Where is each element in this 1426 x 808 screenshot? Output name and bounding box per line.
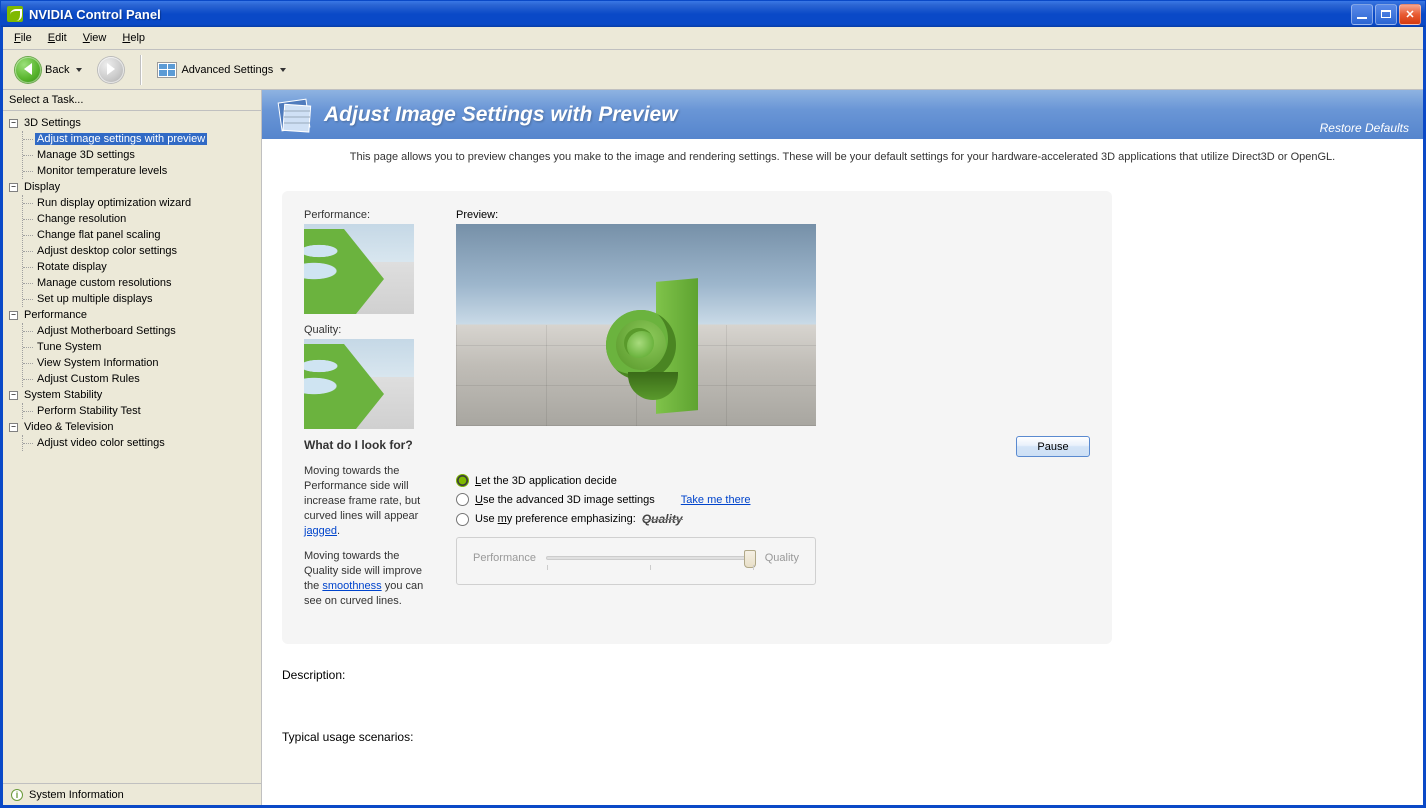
advanced-settings-label: Advanced Settings: [181, 64, 273, 76]
nvidia-icon: [7, 6, 23, 22]
page-header: Adjust Image Settings with Preview Resto…: [262, 90, 1423, 139]
tree-item[interactable]: Set up multiple displays: [35, 293, 155, 305]
tree-item[interactable]: Monitor temperature levels: [35, 165, 169, 177]
slider-left-label: Performance: [473, 552, 536, 564]
emphasis-word: Quality: [642, 512, 683, 526]
sidebar-statusbar: i System Information: [3, 783, 261, 805]
tree-toggle-icon[interactable]: −: [9, 183, 18, 192]
radio-advanced[interactable]: [456, 493, 469, 506]
tree-section[interactable]: Performance: [22, 309, 89, 321]
maximize-button[interactable]: [1375, 4, 1397, 25]
tree-section[interactable]: 3D Settings: [22, 117, 83, 129]
radio-app-decide[interactable]: [456, 474, 469, 487]
tree-item[interactable]: View System Information: [35, 357, 160, 369]
toolbar-separator: [140, 55, 141, 85]
tree-toggle-icon[interactable]: −: [9, 119, 18, 128]
tree-item[interactable]: Manage 3D settings: [35, 149, 137, 161]
menu-bar: File Edit View Help: [3, 27, 1423, 50]
restore-defaults-link[interactable]: Restore Defaults: [1320, 121, 1409, 135]
jagged-link[interactable]: jagged: [304, 525, 337, 537]
tree-item[interactable]: Adjust video color settings: [35, 437, 167, 449]
tree-item[interactable]: Adjust Motherboard Settings: [35, 325, 178, 337]
page-header-icon: [274, 95, 314, 135]
tree-toggle-icon[interactable]: −: [9, 311, 18, 320]
slider-thumb[interactable]: [744, 550, 756, 568]
what-look-p2: Moving towards the Quality side will imp…: [304, 549, 426, 608]
tree-section[interactable]: System Stability: [22, 389, 104, 401]
settings-panel: Performance: Quality: What do I look for…: [282, 191, 1112, 644]
tree-item[interactable]: Rotate display: [35, 261, 109, 273]
smoothness-link[interactable]: smoothness: [322, 580, 381, 592]
page-description: This page allows you to preview changes …: [262, 139, 1423, 173]
performance-thumbnail: [304, 224, 414, 314]
sidebar-header: Select a Task...: [3, 90, 261, 111]
performance-label: Performance:: [304, 209, 426, 221]
slider-track[interactable]: [546, 556, 755, 560]
tree-item[interactable]: Tune System: [35, 341, 103, 353]
tree-item[interactable]: Change flat panel scaling: [35, 229, 163, 241]
radio-my-preference[interactable]: [456, 513, 469, 526]
menu-edit[interactable]: Edit: [41, 30, 74, 46]
radio-advanced-label[interactable]: Use the advanced 3D image settings: [475, 494, 655, 506]
back-arrow-icon: [15, 57, 41, 83]
tree-item[interactable]: Perform Stability Test: [35, 405, 143, 417]
sidebar: Select a Task... −3D SettingsAdjust imag…: [3, 90, 262, 805]
what-look-for-heading: What do I look for?: [304, 437, 426, 453]
back-label: Back: [45, 64, 69, 76]
radio-app-decide-label[interactable]: Let the 3D application decide: [475, 475, 617, 487]
task-tree[interactable]: −3D SettingsAdjust image settings with p…: [3, 111, 261, 783]
window-title: NVIDIA Control Panel: [29, 7, 1351, 22]
toolbar: Back Advanced Settings: [3, 50, 1423, 90]
content: Adjust Image Settings with Preview Resto…: [262, 90, 1423, 805]
nvidia-3d-logo: [606, 280, 716, 420]
radio-my-preference-label[interactable]: Use my preference emphasizing:: [475, 513, 636, 525]
quality-slider[interactable]: Performance Quality: [456, 537, 816, 585]
tree-item[interactable]: Adjust image settings with preview: [35, 133, 207, 145]
slider-right-label: Quality: [765, 552, 799, 564]
tree-item[interactable]: Adjust desktop color settings: [35, 245, 179, 257]
minimize-button[interactable]: [1351, 4, 1373, 25]
tree-toggle-icon[interactable]: −: [9, 423, 18, 432]
back-button[interactable]: Back: [9, 54, 88, 86]
advanced-dropdown-icon[interactable]: [280, 68, 286, 72]
tree-item[interactable]: Change resolution: [35, 213, 128, 225]
back-dropdown-icon[interactable]: [76, 68, 82, 72]
forward-arrow-icon: [98, 57, 124, 83]
preference-radio-group: Let the 3D application decide Use the ad…: [456, 471, 1090, 529]
tree-item[interactable]: Run display optimization wizard: [35, 197, 193, 209]
take-me-there-link[interactable]: Take me there: [681, 494, 751, 506]
tree-section[interactable]: Video & Television: [22, 421, 116, 433]
tree-section[interactable]: Display: [22, 181, 62, 193]
menu-view[interactable]: View: [76, 30, 114, 46]
usage-scenarios-label: Typical usage scenarios:: [282, 730, 1423, 744]
close-button[interactable]: [1399, 4, 1421, 25]
title-bar: NVIDIA Control Panel: [0, 0, 1426, 27]
tree-item[interactable]: Manage custom resolutions: [35, 277, 174, 289]
menu-help[interactable]: Help: [115, 30, 152, 46]
quality-thumbnail: [304, 339, 414, 429]
preview-viewport: [456, 224, 816, 426]
system-information-link[interactable]: System Information: [29, 789, 124, 801]
info-icon: i: [11, 789, 23, 801]
description-label: Description:: [282, 668, 1423, 682]
page-title: Adjust Image Settings with Preview: [324, 103, 1320, 127]
quality-label: Quality:: [304, 324, 426, 336]
what-look-p1: Moving towards the Performance side will…: [304, 464, 426, 538]
preview-label: Preview:: [456, 209, 1090, 221]
tree-toggle-icon[interactable]: −: [9, 391, 18, 400]
forward-button[interactable]: [92, 54, 130, 86]
grid-icon: [157, 62, 177, 78]
menu-file[interactable]: File: [7, 30, 39, 46]
advanced-settings-button[interactable]: Advanced Settings: [151, 59, 292, 81]
pause-button[interactable]: Pause: [1016, 436, 1090, 457]
tree-item[interactable]: Adjust Custom Rules: [35, 373, 142, 385]
